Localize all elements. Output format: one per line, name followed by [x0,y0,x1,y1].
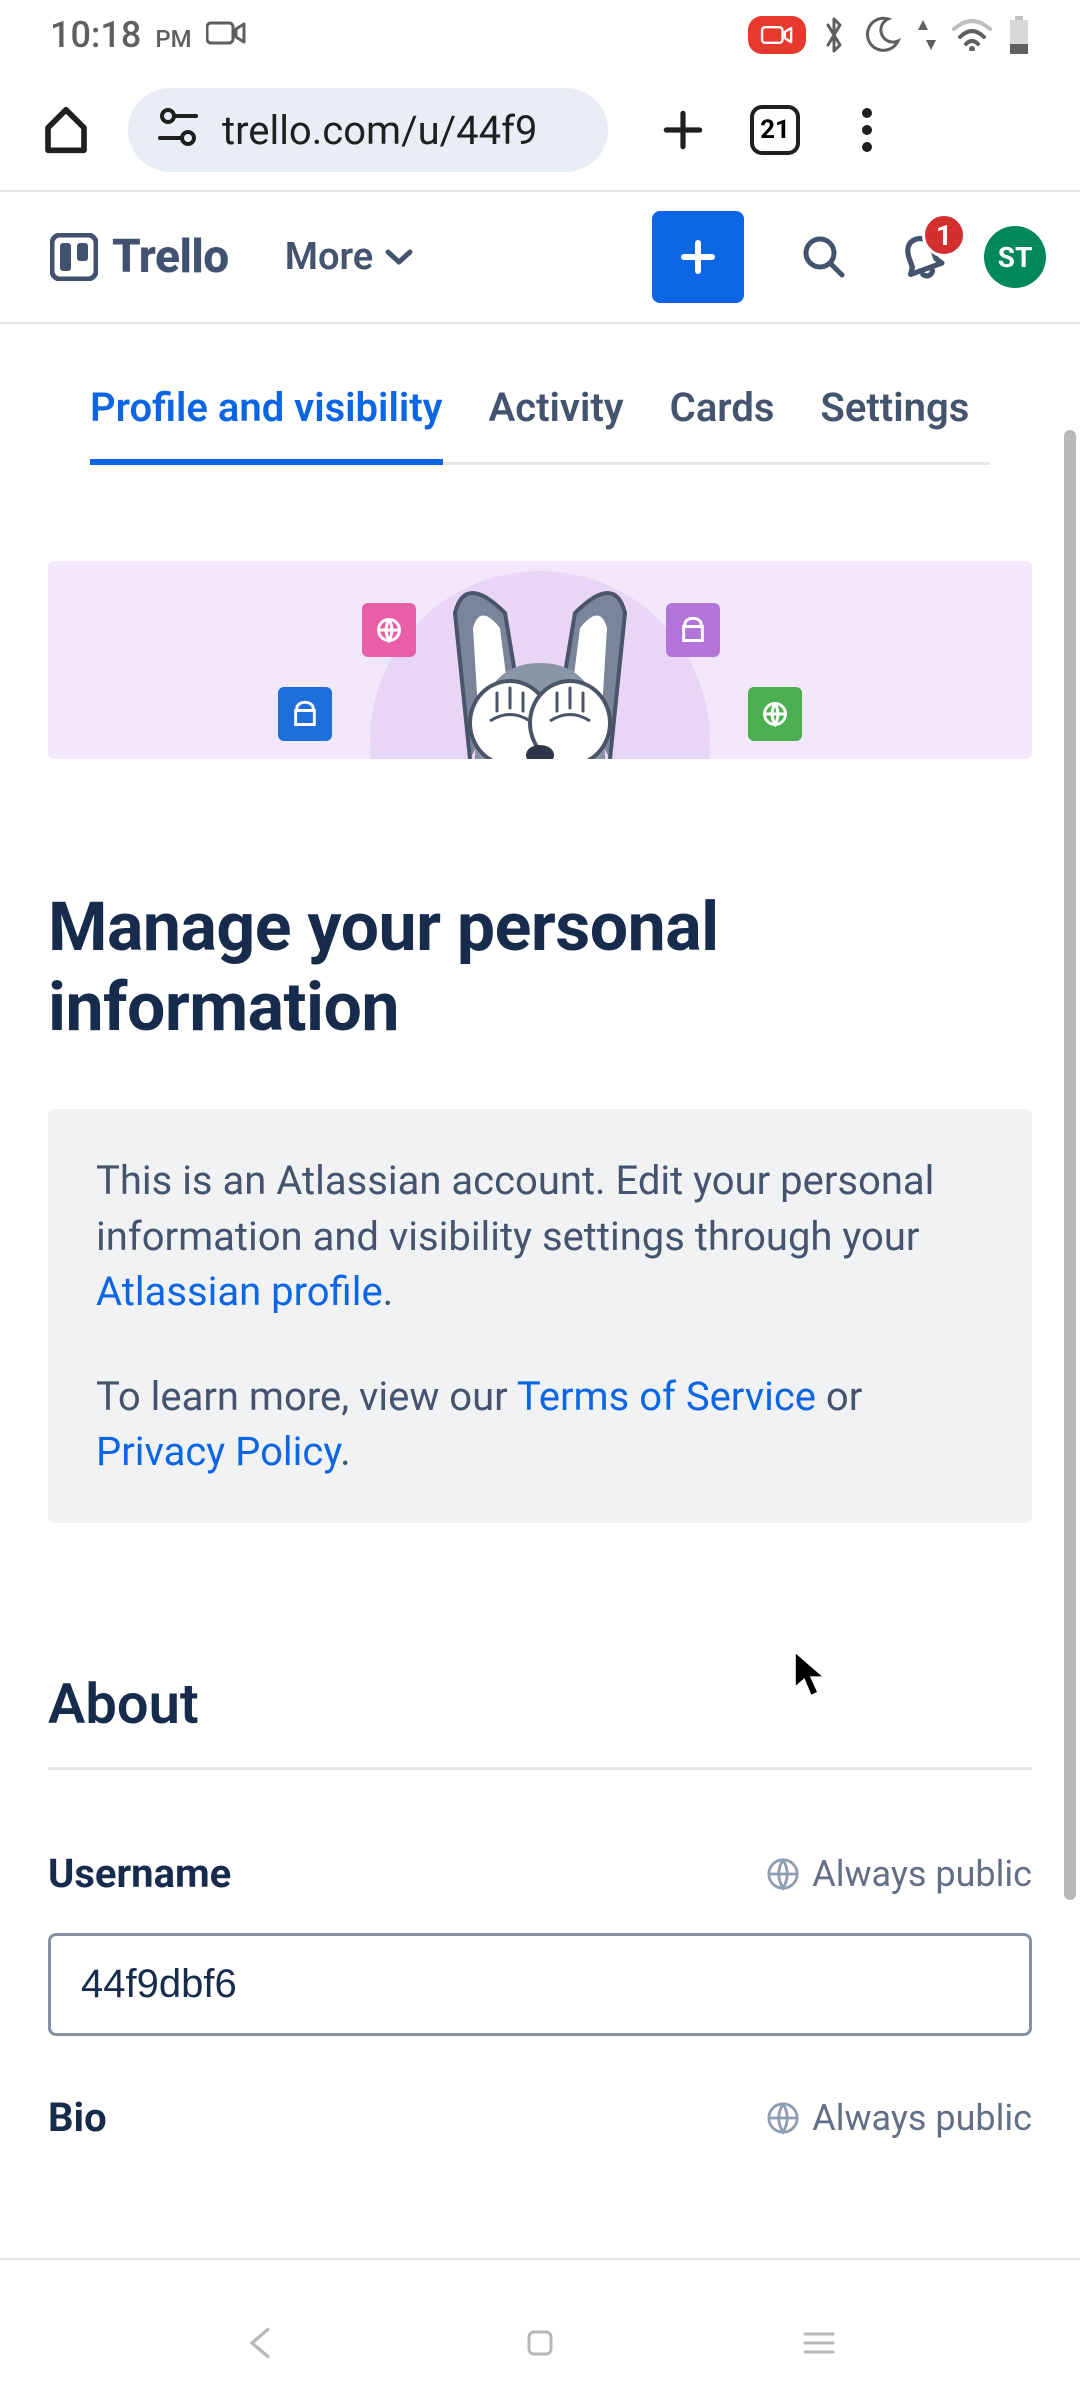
battery-icon [1008,16,1030,54]
browser-menu-button[interactable] [832,95,902,165]
notification-badge: 1 [922,213,966,257]
username-label: Username [48,1850,231,1897]
user-avatar[interactable]: ST [984,226,1046,288]
bio-field-row: Bio Always public [48,2094,1032,2141]
about-heading: About [48,1671,1032,1770]
brand-name: Trello [112,230,229,284]
screen-record-icon [206,19,246,51]
visibility-text: Always public [812,2097,1032,2139]
browser-toolbar: trello.com/u/44f9 21 [0,70,1080,190]
nav-home-button[interactable] [524,2327,556,2363]
username-input[interactable] [48,1933,1032,2036]
bio-visibility: Always public [766,2097,1032,2139]
avatar-initials: ST [998,241,1033,274]
tab-count: 21 [760,115,790,145]
bio-label: Bio [48,2094,107,2141]
info-text-2b: or [816,1373,862,1420]
notifications-button[interactable]: 1 [886,221,958,293]
username-field-row: Username Always public [48,1850,1032,1897]
more-menu[interactable]: More [285,235,414,279]
status-time: 10:18 [50,14,141,56]
site-permissions-icon [156,106,200,154]
privacy-policy-link[interactable]: Privacy Policy [96,1428,340,1475]
tab-cards[interactable]: Cards [670,364,775,461]
system-nav-bar [0,2290,1080,2400]
browser-home-button[interactable] [36,103,96,157]
terms-of-service-link[interactable]: Terms of Service [517,1373,816,1420]
info-text-2c: . [340,1428,351,1475]
profile-tabs: Profile and visibility Activity Cards Se… [0,324,1080,465]
scroll-indicator [1064,430,1076,1900]
data-updown-icon [918,18,936,52]
info-text-1b: . [383,1268,394,1315]
info-box: This is an Atlassian account. Edit your … [48,1109,1032,1523]
plus-icon [674,233,722,281]
wolf-illustration [415,573,665,759]
hero-banner [48,561,1032,759]
globe-icon [766,1857,800,1891]
recording-badge [748,16,806,54]
chevron-down-icon [385,248,413,266]
tab-settings[interactable]: Settings [820,364,969,461]
info-text-1a: This is an Atlassian account. Edit your … [96,1157,934,1259]
more-label: More [285,235,374,279]
globe-icon [766,2101,800,2135]
status-bar: 10:18 PM [0,0,1080,70]
visibility-text: Always public [812,1853,1032,1895]
bluetooth-icon [822,15,846,55]
status-ampm: PM [155,25,191,53]
search-icon [800,233,848,281]
app-header: Trello More 1 ST [0,192,1080,322]
trello-logo[interactable]: Trello [50,230,229,284]
info-text-2a: To learn more, view our [96,1373,517,1420]
nav-recents-button[interactable] [801,2329,837,2361]
wifi-icon [952,19,992,51]
tab-switcher-button[interactable]: 21 [740,95,810,165]
url-text: trello.com/u/44f9 [222,107,538,154]
new-tab-button[interactable] [648,95,718,165]
tab-profile-visibility[interactable]: Profile and visibility [90,364,443,461]
address-bar[interactable]: trello.com/u/44f9 [128,88,608,172]
create-button[interactable] [652,211,744,303]
username-visibility: Always public [766,1853,1032,1895]
search-button[interactable] [788,221,860,293]
page-title: Manage your personal information [48,887,1032,1047]
nav-back-button[interactable] [243,2325,279,2365]
moon-dnd-icon [862,15,902,55]
tab-activity[interactable]: Activity [489,364,624,461]
trello-logo-icon [50,233,98,281]
atlassian-profile-link[interactable]: Atlassian profile [96,1268,383,1315]
